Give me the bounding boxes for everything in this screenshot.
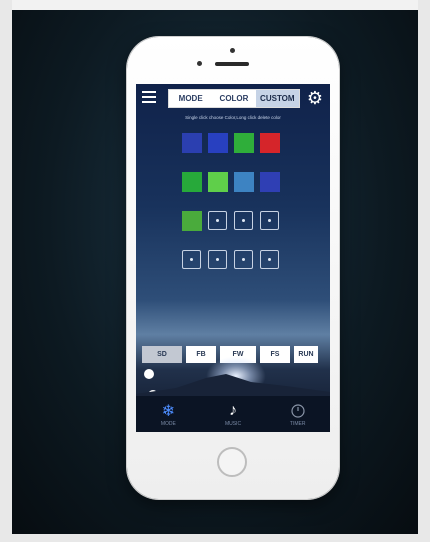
- color-swatch[interactable]: [182, 172, 202, 192]
- bottom-border: [0, 534, 430, 542]
- sensor: [197, 61, 202, 66]
- mode-button-sd[interactable]: SD: [142, 346, 182, 363]
- left-border: [0, 0, 12, 542]
- slot-dot: [268, 219, 271, 222]
- empty-color-slot[interactable]: [260, 250, 279, 269]
- top-border: [0, 0, 430, 10]
- phone-device: MODE COLOR CUSTOM ⚙ Single click choose …: [127, 37, 339, 499]
- slot-dot: [216, 258, 219, 261]
- slot-dot: [242, 219, 245, 222]
- right-border: [418, 0, 430, 542]
- bottom-tab-label: MODE: [160, 420, 176, 427]
- slot-dot: [242, 258, 245, 261]
- empty-color-slot[interactable]: [260, 211, 279, 230]
- music-note-icon: ♪: [229, 401, 237, 419]
- earpiece-speaker: [215, 62, 249, 66]
- color-swatch[interactable]: [234, 172, 254, 192]
- color-swatch[interactable]: [208, 133, 228, 153]
- color-grid: [136, 84, 330, 344]
- color-swatch[interactable]: [234, 133, 254, 153]
- bottom-tab-music[interactable]: ♪ MUSIC: [201, 396, 266, 432]
- empty-color-slot[interactable]: [234, 211, 253, 230]
- snowflake-icon: ❄: [161, 402, 176, 420]
- empty-color-slot[interactable]: [234, 250, 253, 269]
- slot-dot: [268, 258, 271, 261]
- empty-color-slot[interactable]: [208, 211, 227, 230]
- color-swatch[interactable]: [182, 133, 202, 153]
- mode-button-run[interactable]: RUN: [294, 346, 318, 363]
- bottom-tab-timer[interactable]: TIMER: [265, 396, 330, 432]
- empty-color-slot[interactable]: [208, 250, 227, 269]
- color-swatch[interactable]: [182, 211, 202, 231]
- timer-icon: [290, 402, 306, 420]
- app-screen: MODE COLOR CUSTOM ⚙ Single click choose …: [136, 84, 330, 432]
- bottom-tab-label: TIMER: [289, 420, 306, 427]
- color-swatch[interactable]: [208, 172, 228, 192]
- home-button[interactable]: [217, 447, 247, 477]
- color-swatch[interactable]: [260, 133, 280, 153]
- bottom-tab-mode[interactable]: ❄ MODE: [136, 396, 201, 432]
- color-swatch[interactable]: [260, 172, 280, 192]
- slot-dot: [190, 258, 193, 261]
- camera: [230, 48, 235, 53]
- bottom-tab-bar: ❄ MODE ♪ MUSIC TIMER: [136, 396, 330, 432]
- slot-dot: [216, 219, 219, 222]
- empty-color-slot[interactable]: [182, 250, 201, 269]
- bottom-tab-label: MUSIC: [224, 420, 242, 427]
